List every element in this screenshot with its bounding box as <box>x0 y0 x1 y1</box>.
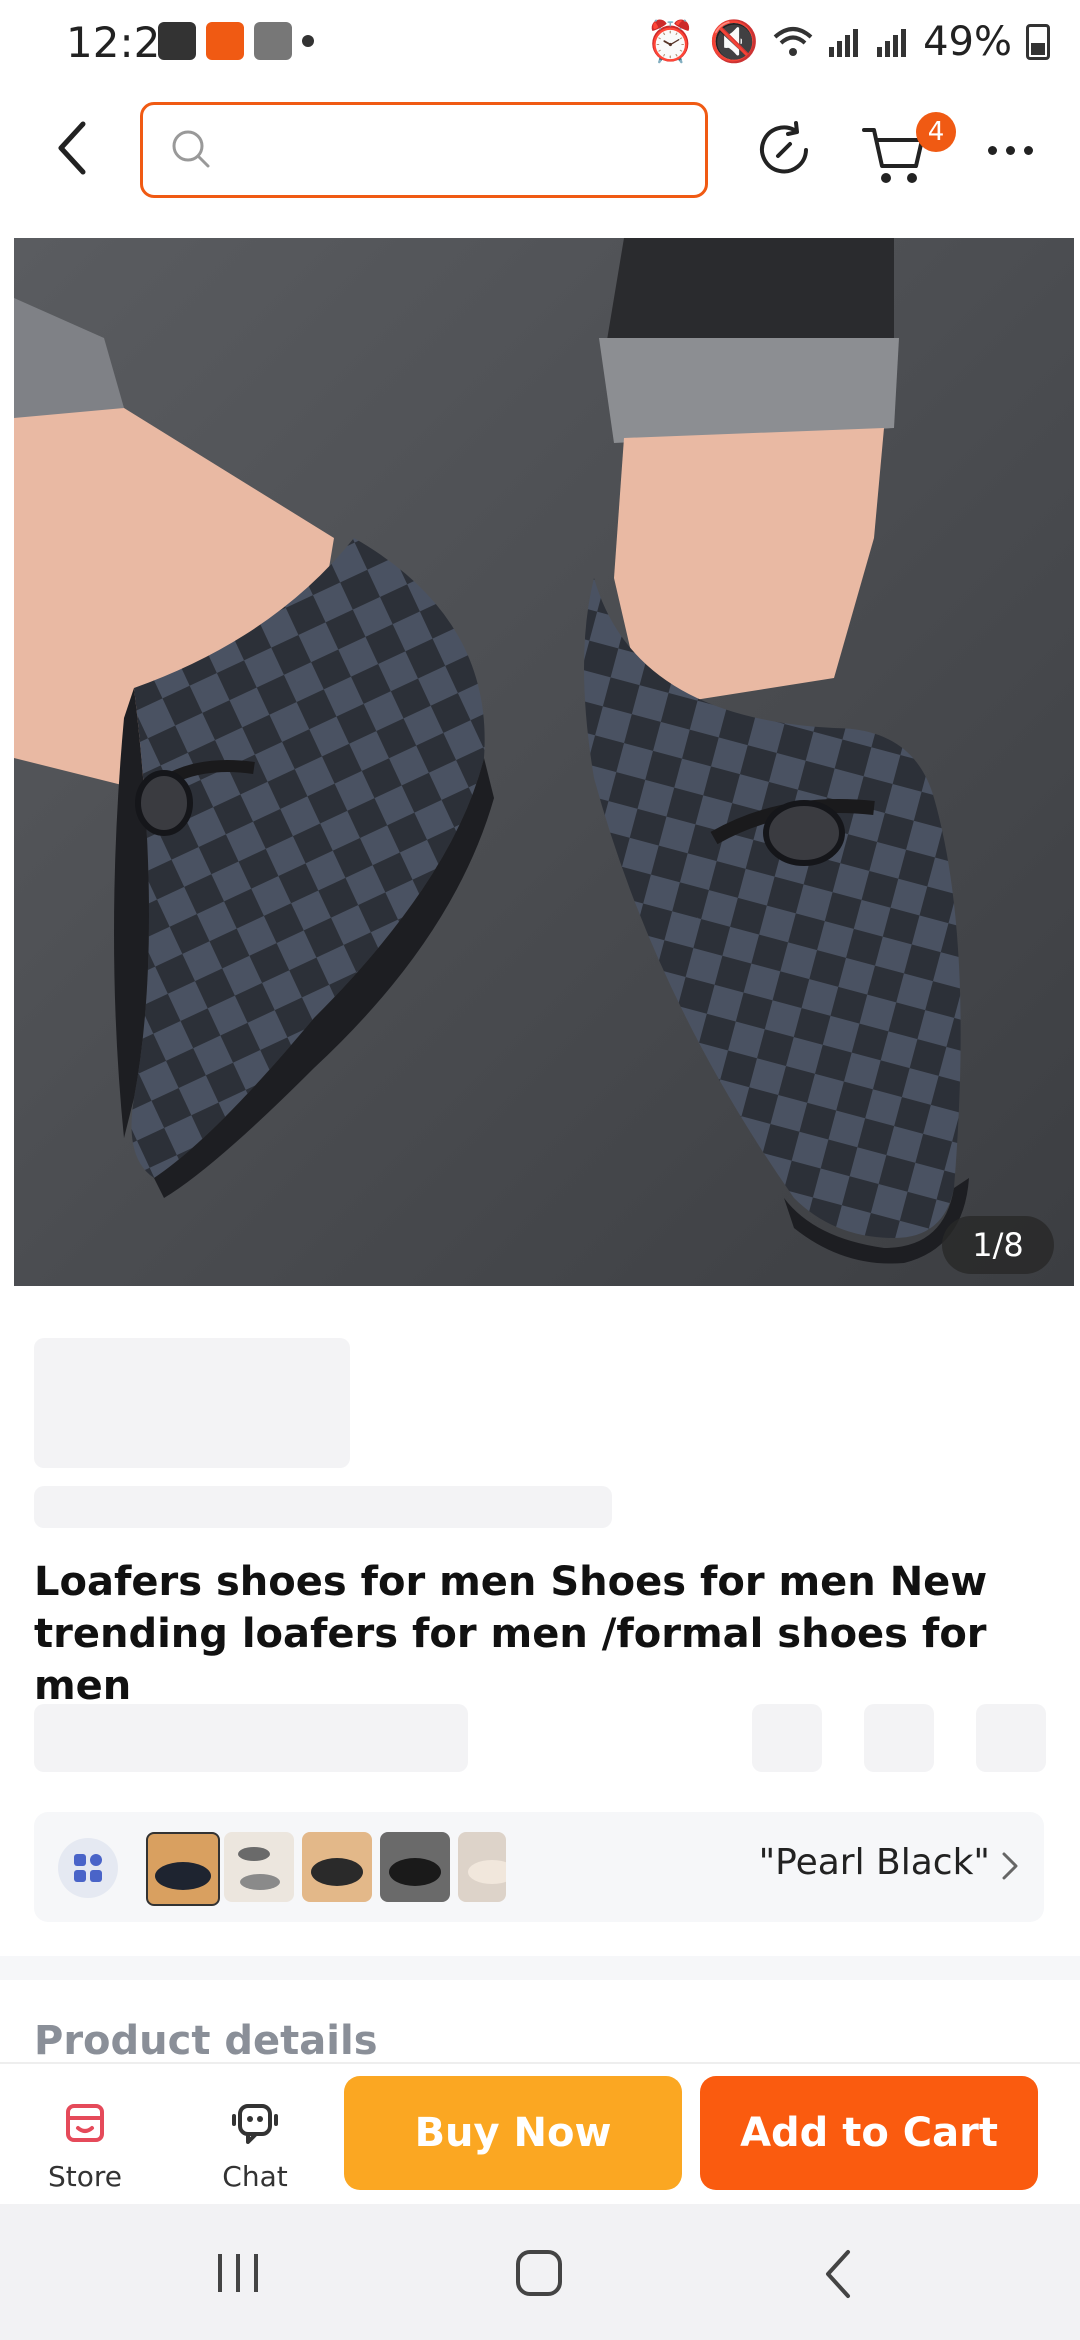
variant-thumbnail[interactable] <box>146 1832 220 1906</box>
variant-thumbnail[interactable] <box>380 1832 450 1902</box>
signal-icon <box>829 28 859 57</box>
price-placeholder <box>34 1338 350 1468</box>
system-status: ⏰ 🔇 49% <box>645 18 1050 65</box>
more-notifications-dot-icon <box>302 35 314 47</box>
back-icon <box>58 121 86 175</box>
alarm-icon: ⏰ <box>645 19 696 65</box>
recent-apps-button[interactable] <box>200 2244 280 2304</box>
wifi-icon <box>773 26 813 56</box>
recent-apps-icon <box>218 2254 258 2292</box>
section-divider <box>0 1956 1080 1980</box>
more-options-button[interactable] <box>980 120 1040 180</box>
product-details-heading: Product details <box>34 2018 378 2064</box>
battery-percent: 49% <box>923 18 1012 65</box>
system-back-button[interactable] <box>800 2244 880 2304</box>
book-notification-icon <box>254 22 292 60</box>
grid-icon <box>58 1838 118 1898</box>
chevron-right-icon <box>1002 1852 1018 1880</box>
search-icon <box>172 130 210 168</box>
store-button[interactable]: Store <box>30 2098 140 2198</box>
gallery-notification-icon <box>158 22 196 60</box>
add-to-cart-button[interactable]: Add to Cart <box>700 2076 1038 2190</box>
status-bar: 12:26 ⏰ 🔇 49% <box>0 0 1080 90</box>
history-icon <box>760 121 808 174</box>
variant-selector[interactable]: "Pearl Black" <box>34 1812 1044 1922</box>
more-icon <box>987 145 1033 155</box>
action-placeholder-2 <box>864 1704 934 1772</box>
system-back-icon <box>826 2250 850 2298</box>
notification-icons <box>158 22 314 60</box>
selected-variant-label: "Pearl Black" <box>758 1842 990 1883</box>
search-bar[interactable] <box>140 102 708 198</box>
variant-thumbnail[interactable] <box>224 1832 294 1902</box>
cart-count-badge: 4 <box>916 112 956 152</box>
chat-button[interactable]: Chat <box>200 2098 310 2198</box>
action-placeholder-3 <box>976 1704 1046 1772</box>
cart-button[interactable]: 4 <box>860 112 956 192</box>
buy-now-button[interactable]: Buy Now <box>344 2076 682 2190</box>
chat-icon <box>232 2104 278 2144</box>
home-button[interactable] <box>500 2244 580 2304</box>
image-counter: 1/8 <box>942 1216 1054 1274</box>
variant-thumbnail[interactable] <box>458 1832 506 1902</box>
signal2-icon <box>877 28 907 57</box>
product-image[interactable]: 1/8 <box>14 238 1074 1286</box>
chat-label: Chat <box>222 2160 288 2193</box>
variant-thumbnail[interactable] <box>302 1832 372 1902</box>
rating-placeholder <box>34 1704 468 1772</box>
app-notification-icon <box>206 22 244 60</box>
battery-icon <box>1026 23 1050 60</box>
store-label: Store <box>47 2160 122 2193</box>
search-input[interactable] <box>223 121 685 183</box>
history-button[interactable] <box>752 118 816 182</box>
back-button[interactable] <box>42 118 102 178</box>
system-navigation-bar <box>0 2204 1080 2340</box>
loafers-photo <box>14 238 1074 1286</box>
home-icon <box>516 2250 562 2296</box>
action-placeholder-1 <box>752 1704 822 1772</box>
mute-icon: 🔇 <box>709 19 760 65</box>
store-icon <box>66 2104 104 2142</box>
product-title: Loafers shoes for men Shoes for men New … <box>34 1559 988 1709</box>
subtitle-placeholder <box>34 1486 612 1528</box>
